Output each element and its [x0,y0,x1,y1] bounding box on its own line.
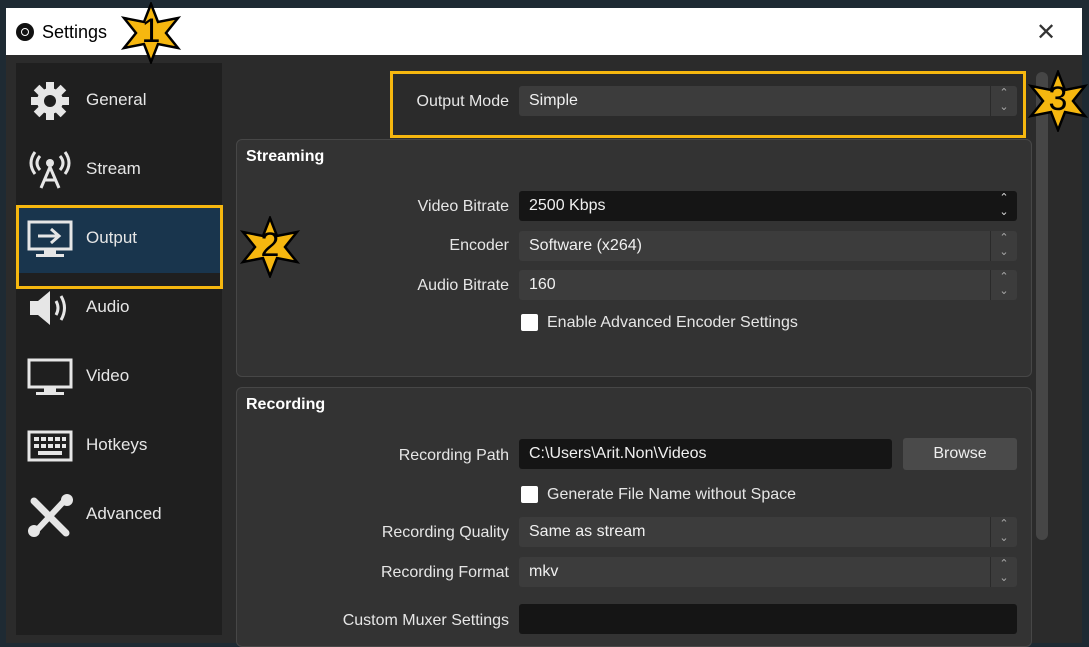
sidebar-item-audio[interactable]: Audio [16,274,222,342]
recording-quality-label: Recording Quality [381,524,509,541]
encoder-value: Software (x264) [529,237,642,254]
settings-sidebar: General Stream Output Audio Video Hotkey… [16,63,222,635]
sidebar-item-label: General [86,90,147,109]
sidebar-item-hotkeys[interactable]: Hotkeys [16,412,222,480]
output-mode-select[interactable]: Simple ⌃ ⌄ [519,86,1017,116]
audio-bitrate-label: Audio Bitrate [417,277,509,294]
audio-bitrate-value: 160 [529,276,556,293]
audio-bitrate-select[interactable]: 160 ⌃ ⌄ [519,270,1017,300]
custom-muxer-input[interactable] [519,604,1017,634]
streaming-title: Streaming [246,148,325,165]
recording-path-label: Recording Path [398,447,509,464]
encoder-label: Encoder [449,237,509,254]
tools-icon [28,494,73,537]
browse-button[interactable]: Browse [903,438,1017,470]
recording-format-select[interactable]: mkv ⌃ ⌄ [519,557,1017,587]
custom-muxer-label: Custom Muxer Settings [342,612,509,629]
video-bitrate-value: 2500 Kbps [529,197,606,214]
sidebar-item-label: Video [86,366,130,385]
recording-format-label: Recording Format [380,564,509,581]
badge-number: 1 [141,12,161,50]
recording-quality-value: Same as stream [529,523,646,540]
window-title: Settings [42,22,108,42]
select-arrows-icon: ⌃ ⌄ [990,517,1017,547]
sidebar-item-label: Hotkeys [86,435,148,454]
advanced-encoder-label: Enable Advanced Encoder Settings [547,314,798,331]
monitor-icon [27,358,73,395]
sidebar-item-label: Audio [86,297,130,316]
no-space-checkbox[interactable] [521,486,538,503]
sidebar-item-label: Stream [86,159,141,178]
sidebar-item-output[interactable]: Output [16,205,222,273]
stepper-arrows-icon[interactable]: ⌃ ⌄ [991,191,1017,221]
badge-number: 2 [260,226,280,264]
speaker-icon [30,291,66,325]
recording-path-input[interactable]: C:\Users\Arit.Non\Videos [519,439,892,469]
close-icon[interactable]: ✕ [1036,18,1056,46]
obs-logo-icon [16,23,34,41]
select-arrows-icon: ⌃ ⌄ [990,557,1017,587]
sidebar-item-label: Advanced [86,504,162,523]
badge-number: 3 [1048,80,1068,118]
scrollbar[interactable] [1036,72,1048,540]
sidebar-item-general[interactable]: General [16,67,222,135]
advanced-encoder-checkbox[interactable] [521,314,538,331]
select-arrows-icon: ⌃ ⌄ [990,86,1017,116]
annotation-badge-3: 3 [1027,68,1089,134]
sidebar-item-stream[interactable]: Stream [16,136,222,204]
select-arrows-icon: ⌃ ⌄ [990,231,1017,261]
encoder-select[interactable]: Software (x264) ⌃ ⌄ [519,231,1017,261]
output-monitor-icon [27,220,73,257]
select-arrows-icon: ⌃ ⌄ [990,270,1017,300]
sidebar-item-label: Output [86,228,138,247]
keyboard-icon [27,430,73,462]
recording-format-value: mkv [529,563,559,580]
output-mode-label: Output Mode [416,93,510,110]
no-space-label: Generate File Name without Space [547,486,797,503]
video-bitrate-input[interactable]: 2500 Kbps ⌃ ⌄ [519,191,1017,221]
recording-quality-select[interactable]: Same as stream ⌃ ⌄ [519,517,1017,547]
recording-title: Recording [246,396,326,413]
output-mode-value: Simple [529,92,578,109]
annotation-badge-1: 1 [120,0,182,66]
sidebar-item-video[interactable]: Video [16,343,222,411]
gear-icon [31,82,69,120]
annotation-badge-2: 2 [239,214,301,280]
video-bitrate-label: Video Bitrate [417,198,509,215]
broadcast-icon [29,151,71,189]
sidebar-item-advanced[interactable]: Advanced [16,481,222,549]
recording-path-value: C:\Users\Arit.Non\Videos [529,445,707,462]
